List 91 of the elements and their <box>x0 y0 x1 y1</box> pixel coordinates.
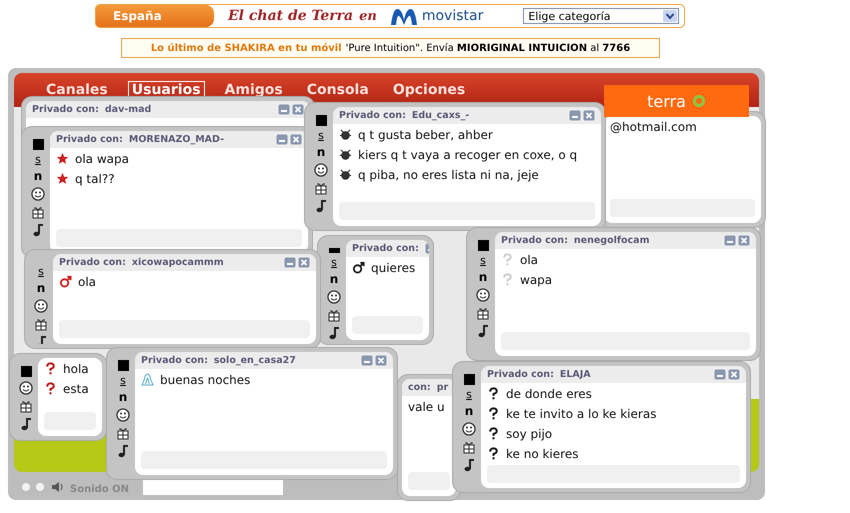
user-name: nenegolfocam <box>574 235 650 246</box>
smiley-icon[interactable] <box>31 187 45 201</box>
message-text: vale u <box>408 400 445 414</box>
m-logo-icon <box>388 6 419 26</box>
message-text: wapa <box>520 273 552 287</box>
close-icon[interactable] <box>290 134 302 145</box>
bold-tool[interactable]: n <box>464 405 474 418</box>
underline-tool[interactable]: s <box>120 375 126 387</box>
message-text: q piba, no eres lista ni na, jeje <box>358 168 539 182</box>
underline-tool[interactable]: s <box>480 255 486 267</box>
status-dot <box>22 483 30 491</box>
smiley-icon[interactable] <box>327 290 341 304</box>
message-text: ola wapa <box>75 152 129 166</box>
title-label: Privado con: <box>59 257 126 268</box>
close-icon[interactable] <box>298 257 310 268</box>
gift-icon[interactable] <box>19 399 33 413</box>
underline-tool[interactable]: s <box>38 266 44 278</box>
message-text: q t gusta beber, ahber <box>358 128 493 142</box>
text-field[interactable] <box>143 479 283 495</box>
color-square-icon[interactable] <box>328 248 340 253</box>
bold-tool[interactable]: n <box>36 282 46 295</box>
user-name: dav-mad <box>104 104 152 115</box>
underline-tool[interactable]: s <box>318 130 324 142</box>
menu-tab[interactable]: Consola <box>302 81 373 99</box>
promo-text: 'Pure Intuition". Envía MIORIGINAL INTUICION al 7766 <box>346 42 630 54</box>
smiley-icon[interactable] <box>462 422 476 436</box>
promo-highlight: Lo último de SHAKIRA en tu móvil <box>150 42 342 54</box>
category-select[interactable]: Elige categoría <box>523 8 680 24</box>
user-name: pr <box>436 382 448 393</box>
message-text: hola <box>63 362 89 376</box>
user-name: ELAJA <box>560 369 591 380</box>
message-text: @hotmail.com <box>610 120 697 134</box>
underline-tool[interactable]: s <box>331 257 337 269</box>
user-name: solo_en_casa27 <box>214 355 296 366</box>
user-name: MORENAZO_MAD- <box>128 134 224 145</box>
title-label: con: <box>408 382 431 393</box>
menu-tab[interactable]: Amigos <box>220 81 287 99</box>
smiley-icon[interactable] <box>314 163 328 177</box>
logo-text: terra <box>647 92 686 110</box>
title-label: Privado con: <box>32 104 99 115</box>
gift-icon[interactable] <box>116 426 130 440</box>
chat-tagline: El chat de Terra <box>228 8 354 24</box>
close-icon[interactable] <box>292 104 304 115</box>
title-label: Privado con: <box>501 235 568 246</box>
underline-tool[interactable]: s <box>466 389 472 401</box>
message-text: ke no kieres <box>506 447 578 461</box>
bold-tool[interactable]: n <box>118 391 128 404</box>
message-text: esta <box>63 382 89 396</box>
title-label: Privado con: <box>352 243 419 254</box>
bold-tool[interactable]: n <box>478 271 488 284</box>
close-icon[interactable] <box>375 355 387 366</box>
title-label: Privado con: <box>141 355 208 366</box>
user-name: Edu_caxs_- <box>412 110 470 121</box>
close-icon[interactable] <box>728 369 740 380</box>
message-text: buenas noches <box>160 373 250 387</box>
menu-tab[interactable]: Opciones <box>388 81 470 99</box>
title-label: Privado con: <box>487 369 554 380</box>
message-text: ke te invito a lo ke kieras <box>506 407 656 421</box>
message-text: ola <box>78 275 96 289</box>
speaker-icon[interactable] <box>50 480 64 494</box>
caret-icon <box>663 10 678 22</box>
status-dot <box>36 483 44 491</box>
close-icon[interactable] <box>583 110 595 121</box>
close-icon[interactable] <box>738 235 750 246</box>
message-text: de donde eres <box>506 387 592 401</box>
brand-name: movistar <box>422 8 484 24</box>
gift-icon[interactable] <box>31 205 45 219</box>
bold-tool[interactable]: n <box>316 146 326 159</box>
tagline-word: en <box>359 8 377 24</box>
message-text: quieres <box>371 261 416 275</box>
user-name: xicowapocammm <box>132 257 224 268</box>
gift-icon[interactable] <box>314 181 328 195</box>
gift-icon[interactable] <box>462 440 476 454</box>
logo-icon <box>692 94 706 108</box>
smiley-icon[interactable] <box>19 381 33 395</box>
message-text: ola <box>520 253 538 267</box>
bold-tool[interactable]: n <box>330 273 338 286</box>
title-label: Privado con: <box>56 134 123 145</box>
title-label: Privado con: <box>339 110 406 121</box>
message-text: kiers q t vaya a recoger en coxe, o q <box>358 148 578 162</box>
message-text: soy pijo <box>506 427 552 441</box>
gift-icon[interactable] <box>34 317 48 331</box>
underline-tool[interactable]: s <box>35 154 41 166</box>
message-text: q tal?? <box>75 172 115 186</box>
menu-tab[interactable]: Canales <box>42 81 112 99</box>
smiley-icon[interactable] <box>476 288 490 302</box>
bold-tool[interactable]: n <box>34 170 42 183</box>
gift-icon[interactable] <box>476 306 490 320</box>
smiley-icon[interactable] <box>34 299 48 313</box>
gift-icon[interactable] <box>327 308 341 322</box>
smiley-icon[interactable] <box>116 408 130 422</box>
